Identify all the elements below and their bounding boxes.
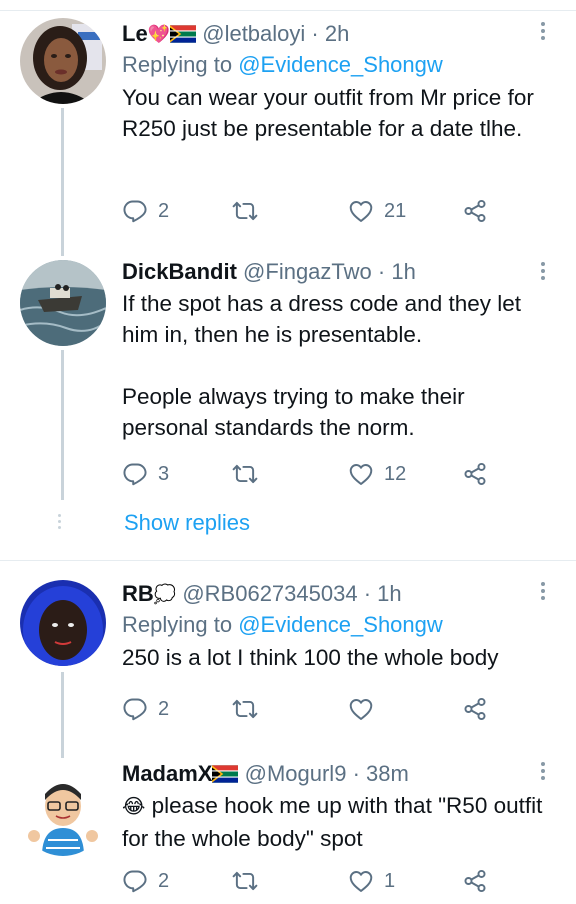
reply-count: 2	[158, 869, 170, 892]
like-count: 1	[384, 869, 396, 892]
like-icon	[348, 461, 374, 487]
reply-count: 2	[158, 697, 170, 720]
reply-count: 2	[158, 199, 170, 222]
tweet-text: 250 is a lot I think 100 the whole body	[122, 645, 499, 670]
separator: ·	[363, 581, 372, 606]
separator: ·	[311, 21, 319, 46]
like-button[interactable]: 21	[348, 196, 406, 226]
display-name[interactable]: DickBandit	[122, 259, 237, 284]
like-button[interactable]: 1	[348, 866, 395, 896]
like-button[interactable]: 12	[348, 459, 406, 489]
share-button[interactable]	[462, 866, 488, 896]
handle[interactable]: @letbaloyi	[202, 21, 305, 46]
south-africa-flag-icon	[170, 25, 196, 43]
retweet-icon	[232, 198, 258, 224]
separator: ·	[377, 259, 386, 284]
like-count: 21	[384, 199, 407, 222]
tweet-header: DickBandit @FingazTwo · 1h	[122, 258, 552, 286]
avatar[interactable]	[20, 770, 106, 856]
share-icon	[462, 696, 488, 722]
display-name[interactable]: MadamX	[122, 761, 212, 786]
retweet-icon	[232, 461, 258, 487]
handle[interactable]: @RB0627345034	[182, 581, 357, 606]
reply-icon	[122, 198, 148, 224]
show-replies-link[interactable]: Show replies	[124, 510, 250, 536]
tweet-header: MadamX @Mogurl9 · 38m	[122, 760, 552, 788]
like-count: 12	[384, 462, 407, 485]
reply-button[interactable]: 3	[122, 459, 169, 489]
replying-to-mention[interactable]: @Evidence_Shongw	[238, 612, 443, 637]
reply-button[interactable]: 2	[122, 694, 169, 724]
thought-bubble-emoji: 💭	[153, 584, 177, 604]
tweet-header: RB💭 @RB0627345034 · 1h	[122, 580, 552, 608]
thread-continuation-dots	[58, 514, 61, 532]
share-icon	[462, 461, 488, 487]
tweet-text-paragraph-1: If the spot has a dress code and they le…	[122, 291, 522, 347]
timestamp[interactable]: 1h	[377, 581, 401, 606]
reply-icon	[122, 696, 148, 722]
tweet-header: Le💖 @letbaloyi · 2h	[122, 20, 552, 48]
timestamp[interactable]: 38m	[366, 761, 409, 786]
handle[interactable]: @FingazTwo	[243, 259, 372, 284]
tweet-text-paragraph-2: People always trying to make their perso…	[122, 384, 465, 440]
top-divider	[0, 10, 576, 11]
reply-button[interactable]: 2	[122, 196, 169, 226]
more-icon[interactable]	[540, 762, 546, 783]
more-icon[interactable]	[540, 22, 546, 43]
more-icon[interactable]	[540, 262, 546, 283]
south-africa-flag-icon	[212, 765, 238, 783]
avatar[interactable]	[20, 580, 106, 666]
like-icon	[348, 198, 374, 224]
tweet-text: 😂 please hook me up with that "R50 outfi…	[122, 790, 552, 854]
divider	[0, 560, 576, 561]
retweet-icon	[232, 868, 258, 894]
replying-to-mention[interactable]: @Evidence_Shongw	[238, 52, 443, 77]
reply-icon	[122, 461, 148, 487]
timestamp[interactable]: 2h	[325, 21, 349, 46]
handle[interactable]: @Mogurl9	[245, 761, 347, 786]
retweet-button[interactable]	[232, 459, 258, 489]
tweet-actions: 3 12	[122, 459, 562, 489]
reply-icon	[122, 868, 148, 894]
replying-to: Replying to @Evidence_Shongw	[122, 610, 552, 640]
tweet-actions: 2 21	[122, 196, 562, 226]
share-icon	[462, 868, 488, 894]
retweet-button[interactable]	[232, 196, 258, 226]
retweet-icon	[232, 696, 258, 722]
tweet-actions: 2 1	[122, 866, 562, 896]
replying-to-label: Replying to	[122, 612, 233, 637]
replying-to: Replying to @Evidence_Shongw	[122, 50, 552, 80]
reply-button[interactable]: 2	[122, 866, 169, 896]
tweet-actions: 2	[122, 694, 562, 724]
avatar[interactable]	[20, 18, 106, 104]
display-name[interactable]: RB	[122, 581, 154, 606]
share-button[interactable]	[462, 196, 488, 226]
tweet-text: You can wear your outfit from Mr price f…	[122, 85, 534, 141]
share-icon	[462, 198, 488, 224]
like-icon	[348, 696, 374, 722]
like-icon	[348, 868, 374, 894]
thread-line	[61, 108, 64, 256]
heart-emoji: 💖	[147, 24, 171, 44]
timestamp[interactable]: 1h	[391, 259, 415, 284]
like-button[interactable]	[348, 694, 374, 724]
replying-to-label: Replying to	[122, 52, 233, 77]
retweet-button[interactable]	[232, 866, 258, 896]
avatar[interactable]	[20, 260, 106, 346]
thread-line	[61, 350, 64, 500]
more-icon[interactable]	[540, 582, 546, 603]
share-button[interactable]	[462, 459, 488, 489]
laughing-emoji: 😂	[122, 796, 146, 818]
display-name[interactable]: Le	[122, 21, 148, 46]
share-button[interactable]	[462, 694, 488, 724]
retweet-button[interactable]	[232, 694, 258, 724]
thread-line	[61, 672, 64, 758]
tweet-text-content: please hook me up with that "R50 outfit …	[122, 793, 543, 851]
reply-count: 3	[158, 462, 170, 485]
separator: ·	[352, 761, 360, 786]
